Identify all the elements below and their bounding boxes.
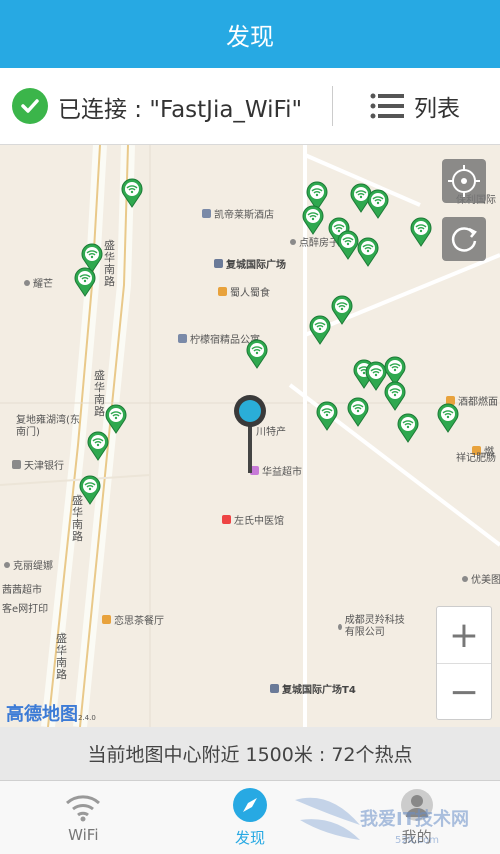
logo-text: 高德地图 [6, 704, 78, 725]
building-icon [270, 684, 279, 693]
restaurant-icon [102, 615, 111, 624]
wifi-hotspot-pin-icon[interactable] [74, 267, 96, 297]
bank-icon [12, 460, 21, 469]
dot-icon [24, 279, 30, 286]
dot-icon [290, 238, 296, 245]
building-icon [214, 259, 223, 268]
zoom-in-button[interactable]: + [437, 607, 491, 663]
list-icon [370, 93, 404, 119]
connected-check-icon [12, 88, 48, 124]
wifi-hotspot-pin-icon[interactable] [302, 205, 324, 235]
list-button[interactable]: 列表 [370, 86, 460, 126]
summary-text: 当前地图中心附近 1500米 : 72个热点 [87, 744, 413, 766]
poi[interactable]: 蜀人蜀食 [218, 284, 270, 299]
wifi-hotspot-pin-icon[interactable] [316, 401, 338, 431]
locate-button[interactable] [442, 159, 486, 203]
refresh-icon [451, 227, 477, 252]
zoom-out-button[interactable]: − [437, 664, 491, 720]
hotel-icon [178, 334, 187, 343]
zoom-control: + − [436, 606, 492, 720]
page-title: 发现 [226, 22, 274, 51]
wifi-hotspot-pin-icon[interactable] [337, 230, 359, 260]
poi[interactable]: 克丽缇娜 [4, 557, 53, 572]
list-label: 列表 [414, 96, 460, 122]
poi[interactable]: 茜茜超市 [2, 581, 42, 596]
poi[interactable]: 复城国际广场T4 [270, 681, 356, 696]
wifi-hotspot-pin-icon[interactable] [347, 397, 369, 427]
locate-icon [448, 165, 480, 197]
poi[interactable]: 客e网打印 [2, 600, 48, 615]
wifi-hotspot-pin-icon[interactable] [79, 475, 101, 505]
hospital-icon [222, 515, 231, 524]
tab-label: 发现 [235, 829, 266, 847]
wifi-hotspot-pin-icon[interactable] [121, 178, 143, 208]
bottom-tab-bar: WiFi 发现 我的 [0, 780, 500, 854]
wifi-hotspot-pin-icon[interactable] [367, 189, 389, 219]
tab-discover[interactable]: 发现 [167, 781, 334, 854]
wifi-hotspot-pin-icon[interactable] [105, 404, 127, 434]
poi[interactable]: 优美图 [462, 571, 500, 586]
poi[interactable]: 凯帝莱斯酒店 [202, 206, 274, 221]
hotel-icon [202, 209, 211, 218]
map-view[interactable]: 盛华南路 盛华南路 盛华南路 盛华南路 凯帝莱斯酒店 点醉房子 复城国际广场 蜀… [0, 145, 500, 727]
poi[interactable]: 恋思茶餐厅 [102, 612, 164, 627]
compass-icon [233, 788, 267, 822]
poi[interactable]: 成都灵羚科技有限公司 [338, 615, 408, 639]
wifi-hotspot-pin-icon[interactable] [384, 381, 406, 411]
wifi-hotspot-pin-icon[interactable] [410, 217, 432, 247]
poi[interactable]: 耀芒 [24, 275, 53, 290]
wifi-hotspot-pin-icon[interactable] [357, 237, 379, 267]
logo-version: 2.4.0 [78, 714, 96, 722]
tab-label: 我的 [401, 828, 432, 846]
wifi-hotspot-pin-icon[interactable] [331, 295, 353, 325]
wifi-hotspot-pin-icon[interactable] [309, 315, 331, 345]
poi[interactable]: 天津银行 [12, 457, 64, 472]
tab-me[interactable]: 我的 [333, 781, 500, 854]
dot-icon [462, 575, 468, 582]
road-label: 盛华南路 [56, 632, 67, 681]
dot-icon [4, 561, 10, 568]
road-label: 盛华南路 [104, 239, 115, 288]
title-bar: 发现 [0, 0, 500, 68]
dot-icon [338, 624, 342, 630]
poi[interactable]: 复地雍湖湾(东南门) [16, 415, 86, 439]
tab-label: WiFi [68, 825, 99, 844]
poi[interactable]: 复城国际广场 [214, 256, 286, 271]
hotspot-summary: 当前地图中心附近 1500米 : 72个热点 [0, 727, 500, 780]
wifi-hotspot-pin-icon[interactable] [437, 403, 459, 433]
poi[interactable]: 祥记肥肠 [456, 449, 496, 464]
poi[interactable]: 左氏中医馆 [222, 512, 284, 527]
wifi-icon [66, 794, 101, 821]
connection-bar: 已连接 : "FastJia_WiFi" 列表 [0, 68, 500, 145]
connected-network-label[interactable]: 已连接 : "FastJia_WiFi" [58, 90, 302, 124]
divider [332, 86, 333, 126]
wifi-hotspot-pin-icon[interactable] [87, 431, 109, 461]
amap-logo: 高德地图2.4.0 [6, 700, 96, 726]
user-icon [400, 789, 433, 821]
map-center-pin-icon [234, 395, 266, 473]
restaurant-icon [218, 287, 227, 296]
tab-wifi[interactable]: WiFi [0, 781, 167, 854]
wifi-hotspot-pin-icon[interactable] [397, 413, 419, 443]
wifi-hotspot-pin-icon[interactable] [246, 339, 268, 369]
refresh-button[interactable] [442, 217, 486, 261]
